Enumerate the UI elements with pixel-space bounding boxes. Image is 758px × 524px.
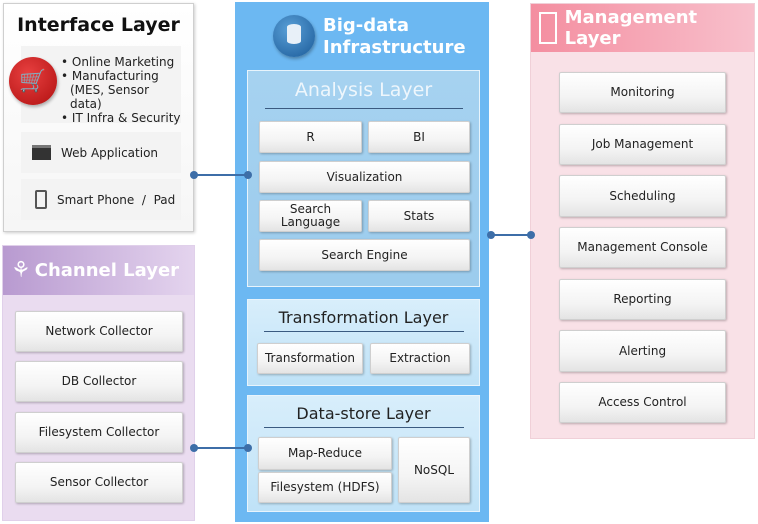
transformation-button[interactable]: Transformation <box>257 343 363 374</box>
bullet-item: • Manufacturing <box>61 69 159 83</box>
smart-phone-item: Smart Phone / Pad <box>21 179 181 220</box>
alerting-button[interactable]: Alerting <box>559 330 726 372</box>
access-control-button[interactable]: Access Control <box>559 382 726 423</box>
channel-layer-header: ⚘ Channel Layer <box>3 246 194 295</box>
connector-dot <box>487 231 495 239</box>
job-management-button[interactable]: Job Management <box>559 124 726 165</box>
extraction-button[interactable]: Extraction <box>370 343 470 374</box>
r-button[interactable]: R <box>259 121 362 153</box>
scheduling-button[interactable]: Scheduling <box>559 175 726 217</box>
map-reduce-button[interactable]: Map-Reduce <box>258 437 392 470</box>
db-collector[interactable]: DB Collector <box>15 361 183 402</box>
bullet-item: • IT Infra & Security <box>61 111 181 125</box>
interface-layer-title: Interface Layer <box>17 14 180 36</box>
reporting-button[interactable]: Reporting <box>559 279 726 320</box>
database-icon <box>273 15 315 57</box>
connector-dot <box>527 231 535 239</box>
management-layer-header: Management Layer <box>531 4 754 52</box>
browser-window-icon <box>32 145 51 160</box>
architecture-diagram: Interface Layer 🛒 • Online Marketing • M… <box>0 0 758 524</box>
interface-connector <box>194 174 248 176</box>
network-collector[interactable]: Network Collector <box>15 311 183 352</box>
nosql-button[interactable]: NoSQL <box>398 437 470 503</box>
search-engine-button[interactable]: Search Engine <box>259 239 470 271</box>
management-console-button[interactable]: Management Console <box>559 227 726 268</box>
bigdata-title: Big-data Infrastructure <box>323 15 466 58</box>
bi-button[interactable]: BI <box>368 121 470 153</box>
bullet-item: • Online Marketing <box>61 55 175 69</box>
management-connector <box>491 234 531 236</box>
web-application-item: Web Application <box>21 132 181 173</box>
visualization-button[interactable]: Visualization <box>259 161 470 193</box>
filesystem-collector[interactable]: Filesystem Collector <box>15 412 183 453</box>
interface-layer-panel: Interface Layer 🛒 • Online Marketing • M… <box>3 3 194 232</box>
tablet-icon <box>35 190 47 209</box>
connector-dot <box>244 171 252 179</box>
bullet-item: (MES, Sensor data) <box>70 83 149 111</box>
shopping-cart-icon: 🛒 <box>9 57 57 105</box>
connector-dot <box>190 171 198 179</box>
connector-dot <box>244 444 252 452</box>
management-layer-panel: Management Layer <box>530 3 755 439</box>
channel-connector <box>194 447 248 449</box>
stats-button[interactable]: Stats <box>368 200 470 232</box>
presenter-icon <box>539 12 557 44</box>
interface-use-cases: 🛒 • Online Marketing • Manufacturing (ME… <box>9 46 181 125</box>
monitoring-button[interactable]: Monitoring <box>559 72 726 113</box>
filesystem-hdfs-button[interactable]: Filesystem (HDFS) <box>258 472 392 503</box>
network-nodes-icon: ⚘ <box>11 258 31 283</box>
connector-dot <box>190 444 198 452</box>
sensor-collector[interactable]: Sensor Collector <box>15 462 183 503</box>
search-language-button[interactable]: Search Language <box>259 200 362 232</box>
